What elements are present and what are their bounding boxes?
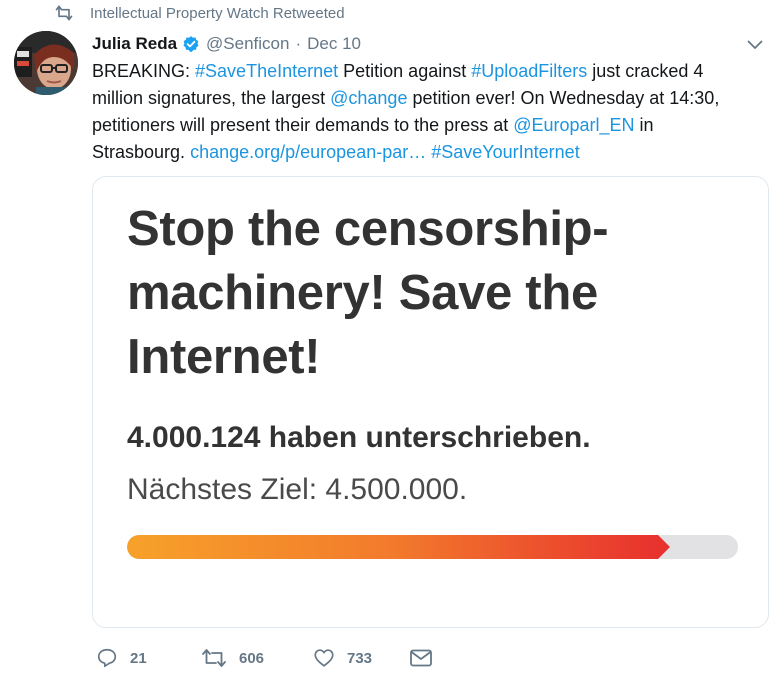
retweet-icon xyxy=(202,649,226,667)
tweet-header: Julia Reda @Senficon · Dec 10 xyxy=(92,32,361,56)
retweet-button[interactable]: 606 xyxy=(201,647,313,669)
tweet-text-segment: Petition against xyxy=(338,61,472,81)
header-separator: · xyxy=(295,34,302,53)
tweet-link[interactable]: #SaveYourInternet xyxy=(431,142,579,162)
reply-button[interactable]: 21 xyxy=(96,647,201,669)
tweet[interactable]: Intellectual Property Watch Retweeted Ju… xyxy=(0,0,775,684)
direct-message-button[interactable] xyxy=(409,647,433,669)
retweet-icon xyxy=(55,5,73,21)
retweet-count: 606 xyxy=(239,649,265,667)
author-name[interactable]: Julia Reda xyxy=(92,34,177,54)
tweet-link[interactable]: #SaveTheInternet xyxy=(195,61,338,81)
tweet-link[interactable]: #UploadFilters xyxy=(471,61,587,81)
envelope-icon xyxy=(410,649,432,667)
progress-bar xyxy=(127,535,738,559)
like-count: 733 xyxy=(347,649,373,667)
retweet-context-label[interactable]: Intellectual Property Watch Retweeted xyxy=(90,5,345,22)
tweet-link[interactable]: @change xyxy=(330,88,407,108)
avatar[interactable] xyxy=(14,31,78,95)
tweet-text: BREAKING: #SaveTheInternet Petition agai… xyxy=(92,58,732,166)
tweet-actions: 21 606 733 xyxy=(96,646,433,670)
tweet-link[interactable]: change.org/p/european-par… xyxy=(190,142,426,162)
link-card[interactable]: Stop the censorship-machinery! Save the … xyxy=(92,176,769,628)
like-button[interactable]: 733 xyxy=(313,647,409,669)
progress-arrow xyxy=(658,535,670,559)
reply-icon xyxy=(97,648,117,668)
verified-badge-icon xyxy=(183,36,199,52)
next-goal: Nächstes Ziel: 4.500.000. xyxy=(127,473,468,506)
tweet-link[interactable]: @Europarl_EN xyxy=(513,115,634,135)
signature-count: 4.000.124 haben unterschrieben. xyxy=(127,421,591,454)
chevron-down-icon[interactable] xyxy=(747,40,763,50)
avatar-image xyxy=(14,31,78,95)
tweet-date[interactable]: Dec 10 xyxy=(307,34,361,54)
progress-fill xyxy=(127,535,658,559)
retweet-context: Intellectual Property Watch Retweeted xyxy=(55,2,345,24)
tweet-text-segment: BREAKING: xyxy=(92,61,196,81)
heart-icon xyxy=(314,649,334,667)
reply-count: 21 xyxy=(130,649,147,667)
card-title: Stop the censorship-machinery! Save the … xyxy=(127,202,609,384)
author-handle[interactable]: @Senficon xyxy=(206,34,289,54)
